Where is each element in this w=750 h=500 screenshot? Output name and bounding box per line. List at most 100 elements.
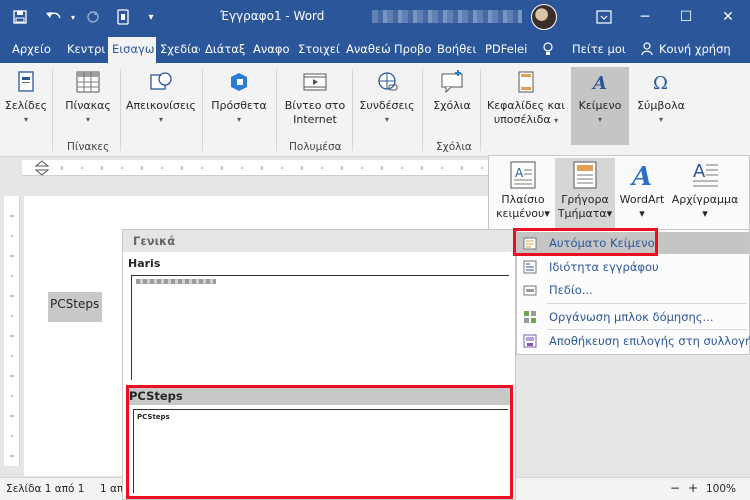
group-tables: Πίνακες	[67, 141, 110, 153]
wordart-label: WordArt	[619, 193, 665, 206]
tab-insert[interactable]: Εισαγω	[108, 37, 156, 63]
header-footer-button[interactable]: Κεφαλίδες και υποσέλιδα ▾	[484, 67, 568, 145]
video-label-line2: Internet	[293, 113, 337, 126]
separator	[422, 69, 423, 151]
video-label-line1: Βίντεο στο	[284, 99, 346, 112]
addins-label: Πρόσθετα	[211, 99, 267, 112]
textbox-button[interactable]: A Πλαίσιο κειμένου▾	[493, 158, 553, 228]
addins-icon	[226, 69, 252, 95]
field-icon	[523, 283, 537, 297]
minimize-button[interactable]: ─	[624, 0, 666, 34]
menu-item-field[interactable]: Πεδίο...	[517, 279, 749, 301]
links-icon	[374, 69, 400, 95]
comment-button[interactable]: Σχόλια	[426, 67, 478, 145]
gallery-entry-haris[interactable]	[131, 275, 509, 380]
table-label: Πίνακας	[65, 99, 111, 112]
share-user-icon[interactable]	[641, 42, 655, 59]
zoom-out-icon[interactable]: −	[670, 481, 680, 495]
tell-me-search[interactable]: Πείτε μοι	[572, 42, 626, 56]
undo-dropdown-icon[interactable]: ▾	[68, 0, 78, 34]
tab-help[interactable]: Βοήθει	[437, 42, 481, 56]
tab-review[interactable]: Αναθεώ	[346, 42, 390, 56]
links-label: Συνδέσεις	[359, 99, 415, 112]
menu-item-label: Πεδίο...	[549, 283, 593, 297]
group-media: Πολυμέσα	[289, 141, 342, 153]
textbox-icon: A	[508, 160, 538, 190]
page-count[interactable]: Σελίδα 1 από 1	[6, 483, 84, 495]
close-button[interactable]: ✕	[706, 0, 750, 34]
gallery-entry-pcsteps[interactable]: PCSteps PCSteps	[126, 385, 513, 499]
separator	[202, 69, 203, 151]
omega-icon: Ω	[648, 69, 674, 95]
menu-item-document-property[interactable]: Ιδιότητα εγγράφου	[517, 256, 749, 278]
horizontal-ruler[interactable]	[22, 160, 502, 176]
illustrations-dropdown-icon: ▾	[158, 115, 163, 124]
table-dropdown-icon: ▾	[85, 115, 90, 124]
zoom-level[interactable]: 100%	[706, 483, 736, 495]
document-selected-text[interactable]: PCSteps	[48, 292, 102, 322]
separator	[276, 69, 277, 151]
pages-dropdown-icon: ▾	[23, 115, 28, 124]
pages-icon	[13, 69, 39, 95]
menu-item-building-blocks[interactable]: Οργάνωση μπλοκ δόμησης...	[517, 306, 749, 328]
group-comments: Σχόλια	[436, 141, 472, 153]
touch-mode-icon[interactable]	[110, 0, 136, 34]
menu-separator	[547, 303, 747, 304]
wordart-button[interactable]: A WordArt ▾	[617, 158, 667, 228]
vertical-ruler[interactable]	[4, 196, 20, 466]
tab-file[interactable]: Αρχείο	[12, 42, 51, 56]
redo-icon[interactable]	[82, 0, 104, 34]
svg-text:Ω: Ω	[653, 73, 668, 94]
zoom-in-icon[interactable]: +	[688, 481, 698, 495]
online-video-button[interactable]: Βίντεο στο Internet	[280, 67, 350, 145]
avatar[interactable]	[531, 4, 557, 30]
menu-item-label: Οργάνωση μπλοκ δόμησης...	[549, 310, 714, 324]
ribbon-display-icon[interactable]	[584, 0, 624, 34]
links-button[interactable]: Συνδέσεις ▾	[356, 67, 418, 145]
customize-quick-access-icon[interactable]: ▾	[142, 0, 160, 34]
menu-item-save-to-gallery[interactable]: Αποθήκευση επιλογής στη συλλογή	[517, 330, 750, 352]
share-button[interactable]: Κοινή χρήση	[659, 42, 731, 56]
quick-parts-label-line2: Τμήματα	[557, 207, 607, 220]
undo-icon[interactable]	[40, 0, 68, 34]
window-title: Έγγραφο1 - Word	[220, 9, 325, 23]
quick-parts-label-line1: Γρήγορα	[561, 193, 609, 206]
tab-layout[interactable]: Διάταξ	[205, 42, 249, 56]
quick-parts-icon	[570, 160, 600, 190]
account-name-blurred	[372, 10, 522, 23]
links-dropdown-icon: ▾	[384, 115, 389, 124]
menu-item-label: Ιδιότητα εγγράφου	[549, 260, 659, 274]
maximize-button[interactable]: ☐	[666, 0, 706, 34]
separator	[52, 69, 53, 151]
drop-cap-button[interactable]: A Αρχίγραμμα ▾	[669, 158, 741, 228]
tab-pdfelement[interactable]: PDFelei	[485, 42, 529, 56]
tab-mailings[interactable]: Στοιχεί	[298, 42, 342, 56]
text-dropdown-panel: A Πλαίσιο κειμένου▾ Γρήγορα Τμήματα▾ A W…	[488, 155, 750, 230]
quick-parts-menu: Αυτόματο Κείμενο Ιδιότητα εγγράφου Πεδίο…	[513, 228, 750, 355]
gallery-entry-preview-text: PCSteps	[137, 413, 170, 421]
illustrations-icon	[148, 69, 174, 95]
addins-button[interactable]: Πρόσθετα ▾	[206, 67, 272, 145]
lightbulb-icon[interactable]	[542, 42, 554, 59]
tab-references[interactable]: Αναφο	[253, 42, 295, 56]
text-button[interactable]: A Κείμενο ▾	[571, 67, 629, 145]
illustrations-button[interactable]: Απεικονίσεις ▾	[124, 67, 198, 145]
tab-home[interactable]: Κεντρι	[67, 42, 107, 56]
symbols-dropdown-icon: ▾	[658, 115, 663, 124]
drop-cap-dropdown-icon: ▾	[702, 207, 708, 220]
drop-cap-icon: A	[690, 160, 720, 190]
table-button[interactable]: Πίνακας ▾	[58, 67, 118, 145]
symbols-button[interactable]: Ω Σύμβολα ▾	[632, 67, 690, 145]
word-count-partial[interactable]: 1 απ	[100, 483, 123, 495]
addins-dropdown-icon: ▾	[236, 115, 241, 124]
building-blocks-icon	[523, 310, 537, 324]
drop-cap-label: Αρχίγραμμα	[671, 193, 739, 206]
tab-design[interactable]: Σχεδίας	[160, 42, 200, 56]
pages-button[interactable]: Σελίδες ▾	[2, 67, 50, 145]
tab-view[interactable]: Προβο	[394, 42, 434, 56]
pages-label: Σελίδες	[4, 99, 48, 112]
document-property-icon	[523, 260, 537, 274]
quick-parts-button[interactable]: Γρήγορα Τμήματα▾	[555, 158, 615, 229]
separator	[352, 69, 353, 151]
save-icon[interactable]	[8, 0, 32, 34]
